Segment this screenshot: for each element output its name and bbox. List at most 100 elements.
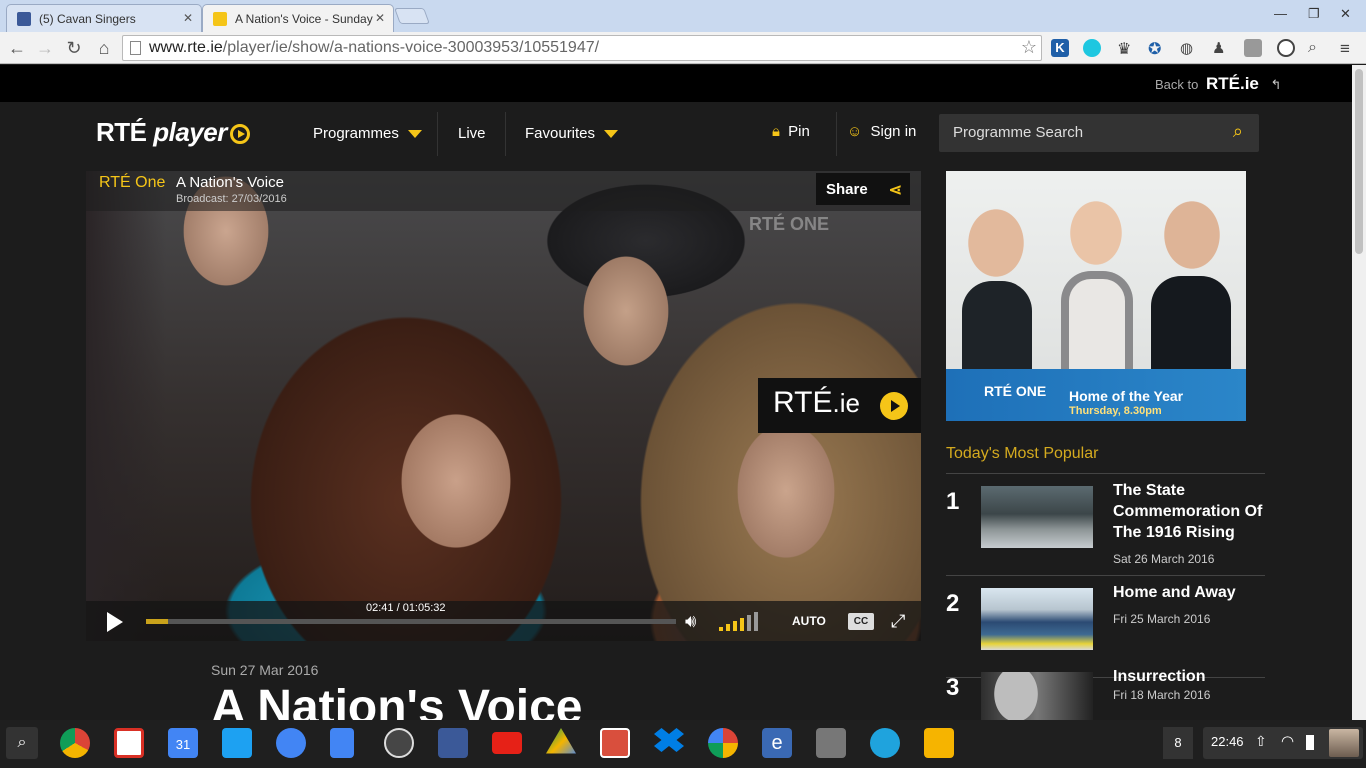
popular-item[interactable]: 1 The State Commemoration Of The 1916 Ri…: [946, 474, 1265, 576]
star-extension-icon[interactable]: ✪: [1148, 39, 1166, 58]
search-icon[interactable]: ⌕: [1233, 121, 1243, 142]
closed-captions-button[interactable]: CC: [848, 613, 874, 630]
url-host: www.rte.ie: [149, 39, 223, 56]
chat-extension-icon[interactable]: [1083, 39, 1101, 57]
drive-icon[interactable]: [546, 728, 576, 754]
os-taskbar: ⌕ 31 e 8 22:46 ⇧ ◠: [0, 720, 1366, 768]
video-title: A Nation's Voice: [176, 174, 284, 191]
share-button[interactable]: Share ⋖: [816, 173, 910, 205]
play-icon[interactable]: [107, 612, 123, 632]
facebook-icon[interactable]: [438, 728, 468, 758]
return-arrow-icon: ↰: [1270, 77, 1282, 92]
minimize-icon[interactable]: —: [1274, 6, 1287, 21]
volume-icon[interactable]: 🔊︎: [685, 611, 696, 632]
popular-thumbnail[interactable]: [981, 588, 1093, 650]
playback-time: 02:41 / 01:05:32: [366, 602, 446, 614]
circle-extension-icon[interactable]: [1277, 39, 1295, 57]
puzzle-extension-icon[interactable]: [1244, 39, 1262, 57]
twitter-icon[interactable]: [222, 728, 252, 758]
zoom-extension-icon[interactable]: ⌕: [1308, 39, 1326, 57]
picasa-icon[interactable]: [708, 728, 738, 758]
quality-bar: [726, 624, 730, 631]
quality-bar: [719, 627, 723, 631]
close-icon[interactable]: ✕: [183, 11, 193, 25]
nav-programmes[interactable]: Programmes: [313, 125, 422, 142]
forward-arrow-icon[interactable]: →: [33, 36, 57, 60]
progress-fill: [146, 619, 168, 624]
sign-in-link[interactable]: ☺ Sign in: [847, 123, 916, 140]
popular-thumbnail[interactable]: [981, 486, 1093, 548]
video-player[interactable]: RTÉ One A Nation's Voice Broadcast: 27/0…: [86, 171, 921, 641]
play-logo-icon: [880, 392, 908, 420]
calculator-icon[interactable]: [816, 728, 846, 758]
dropbox-icon[interactable]: [654, 728, 684, 752]
site-header: RTÉ player Programmes Live Favourites 🔒︎…: [0, 102, 1352, 166]
bulb-extension-icon[interactable]: ◍: [1180, 39, 1198, 57]
back-arrow-icon[interactable]: ←: [5, 36, 29, 60]
spy-extension-icon[interactable]: ♟: [1212, 39, 1230, 57]
programme-search-input[interactable]: Programme Search ⌕: [939, 114, 1259, 152]
quality-bar: [754, 612, 758, 631]
gmail-icon[interactable]: [114, 728, 144, 758]
chrome-icon[interactable]: [60, 728, 90, 758]
edge-icon[interactable]: e: [762, 728, 792, 758]
nav-live[interactable]: Live: [458, 125, 486, 142]
crown-extension-icon[interactable]: ♛: [1117, 39, 1135, 58]
quality-meter[interactable]: [719, 611, 769, 631]
wordpress-icon[interactable]: [384, 728, 414, 758]
popular-title[interactable]: The State Commemoration Of The 1916 Risi…: [1113, 480, 1263, 543]
menu-icon[interactable]: ≡: [1340, 39, 1358, 58]
nav-divider: [437, 112, 438, 156]
back-to-rte-link[interactable]: Back to RTÉ.ie ↰: [1155, 74, 1281, 94]
notification-count[interactable]: 8: [1163, 727, 1193, 759]
home-icon[interactable]: ⌂: [92, 36, 116, 60]
promo-banner[interactable]: RTÉ ONE Home of the Year Thursday, 8.30p…: [946, 171, 1246, 421]
user-icon: ☺: [847, 123, 863, 140]
tab-title: (5) Cavan Singers: [39, 12, 136, 26]
quality-bar: [747, 615, 751, 631]
play-logo-icon: [229, 124, 250, 145]
fullscreen-icon[interactable]: ⤢: [891, 611, 905, 632]
keep-icon[interactable]: [924, 728, 954, 758]
close-window-icon[interactable]: ✕: [1340, 6, 1351, 22]
popular-rank: 1: [946, 488, 960, 515]
popular-item[interactable]: 3 Insurrection Fri 18 March 2016: [946, 660, 1265, 720]
docs-icon[interactable]: [330, 728, 354, 758]
star-icon[interactable]: ☆: [1021, 37, 1037, 58]
youtube-icon[interactable]: [492, 732, 522, 754]
rte-logo: RTÉ.ie: [1205, 74, 1259, 93]
page-scrollbar[interactable]: [1352, 65, 1366, 720]
maximize-icon[interactable]: ❐: [1308, 6, 1320, 22]
pin-link[interactable]: 🔒︎ Pin: [772, 123, 810, 140]
reload-icon[interactable]: ↻: [62, 36, 86, 60]
bookmark-icon[interactable]: [600, 728, 630, 758]
close-icon[interactable]: ✕: [375, 11, 385, 25]
files-icon[interactable]: [276, 728, 306, 758]
popular-date: Fri 25 March 2016: [1113, 612, 1211, 626]
nav-favourites[interactable]: Favourites: [525, 125, 619, 142]
launcher-search-icon[interactable]: ⌕: [6, 727, 38, 759]
promo-schedule: Thursday, 8.30pm: [1069, 405, 1162, 417]
camera-icon[interactable]: [870, 728, 900, 758]
quality-bar: [733, 621, 737, 631]
popular-title[interactable]: Insurrection: [1113, 666, 1263, 687]
tab-cavan-singers[interactable]: (5) Cavan Singers ✕: [6, 4, 202, 32]
popular-thumbnail[interactable]: [981, 672, 1093, 720]
video-controls: 02:41 / 01:05:32 🔊︎ AUTO CC ⤢: [86, 601, 921, 641]
system-tray[interactable]: 22:46 ⇧ ◠: [1203, 727, 1363, 759]
calendar-icon[interactable]: 31: [168, 728, 198, 758]
scrollbar-thumb[interactable]: [1355, 69, 1363, 254]
address-bar[interactable]: www.rte.ie/player/ie/show/a-nations-voic…: [122, 35, 1042, 61]
new-tab-button[interactable]: [394, 8, 430, 24]
broadcast-date: Broadcast: 27/03/2016: [176, 193, 287, 205]
rte-player-icon: [213, 12, 227, 26]
kami-extension-icon[interactable]: K: [1051, 39, 1069, 57]
rte-player-logo[interactable]: RTÉ player: [96, 117, 250, 148]
tab-nations-voice[interactable]: A Nation's Voice - Sunday ✕: [202, 4, 394, 32]
wifi-icon: ◠: [1281, 733, 1295, 750]
tab-title: A Nation's Voice - Sunday: [235, 12, 373, 26]
channel-label: RTÉ One: [99, 174, 166, 191]
progress-bar[interactable]: [146, 619, 676, 624]
quality-label[interactable]: AUTO: [792, 614, 826, 628]
popular-title[interactable]: Home and Away: [1113, 582, 1263, 603]
